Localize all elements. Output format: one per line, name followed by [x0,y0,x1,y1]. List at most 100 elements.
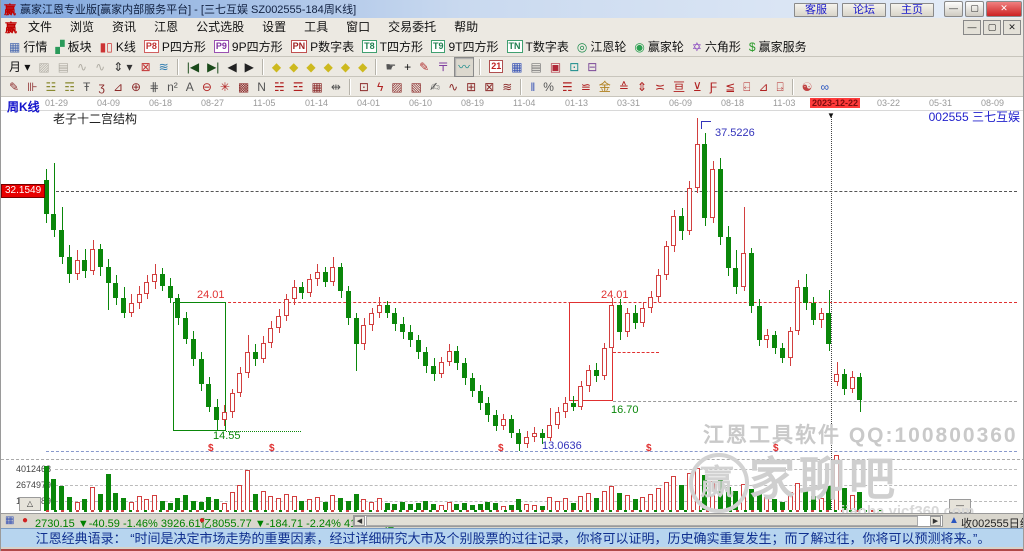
percent-icon[interactable]: % [540,78,557,96]
last-bar-icon[interactable]: ▶| [204,58,222,76]
candlestick-chart[interactable]: 32.1549 24.01 14.55 24.01 16.70 37.5226 13.063… [1,110,1023,459]
letter-a-icon[interactable]: A [183,78,197,96]
hexagon-icon[interactable]: ✡ 六角形 [689,38,744,56]
opposition-icon[interactable]: ≍ [652,78,668,96]
trigram-heaven-icon[interactable]: ☳ [43,78,60,96]
shift-icon[interactable]: ⍈ [773,78,786,96]
curve-b-icon[interactable]: ∿ [92,58,108,76]
circle-cross-icon[interactable]: ⊕ [128,78,144,96]
diamond-nav-left-icon[interactable]: ◆ [269,58,284,76]
shade-right-icon[interactable]: ▧ [408,78,425,96]
estimate-icon[interactable]: ≙ [616,78,632,96]
cross-box-icon[interactable]: ⊠ [481,78,497,96]
updown-line-icon[interactable]: ⇕ [634,78,650,96]
support-button[interactable]: 客服 [794,2,838,17]
n-mark-icon[interactable]: Ν [254,78,269,96]
mdi-restore-button[interactable]: ▢ [983,20,1001,35]
angle-tool-icon[interactable]: ⊿ [110,78,126,96]
volume-collapse-button[interactable]: △ [19,497,41,511]
menu-item-公式选股[interactable]: 公式选股 [187,19,253,36]
chart-grid-icon[interactable]: ▨ [35,58,52,76]
infinity-icon[interactable]: ∞ [817,78,832,96]
sz-index-icon[interactable]: ● [199,515,205,526]
tbar-icon[interactable]: Ŧ [80,78,93,96]
tab-arrows-icon[interactable]: ⇹ [328,78,344,96]
span-icon[interactable]: 亘 [670,78,688,96]
mdi-minimize-button[interactable]: — [963,20,981,35]
calculator-icon[interactable]: ▦ [508,58,525,76]
keyboard-grid-icon[interactable]: ▦ [5,515,14,526]
scroll-left-arrow[interactable]: ◀ [354,516,365,526]
calendar-21-icon[interactable]: 21 [486,58,506,76]
approx-icon[interactable]: ≌ [578,78,594,96]
diamond-nav-down-icon[interactable]: ◆ [355,58,370,76]
multi-line-icon[interactable]: ≋ [156,58,172,76]
trigram-earth-icon[interactable]: ☶ [61,78,78,96]
star-burst-icon[interactable]: ✳ [217,78,233,96]
diamond-nav-up-icon[interactable]: ◆ [338,58,353,76]
fire-trigram-icon[interactable]: ☲ [290,78,307,96]
prev-bar-icon[interactable]: ◀ [224,58,239,76]
first-bar-icon[interactable]: |◀ [184,58,202,76]
menu-item-窗口[interactable]: 窗口 [337,19,379,36]
draw-whip-icon[interactable]: ✎ [416,58,432,76]
plus-box-icon[interactable]: ⊞ [463,78,479,96]
wave-icon[interactable]: ∿ [445,78,461,96]
sync-icon[interactable]: ⊟ [584,58,600,76]
target-icon[interactable]: ⊖ [199,78,215,96]
menu-item-帮助[interactable]: 帮助 [445,19,487,36]
scrollbar-thumb[interactable] [366,516,918,526]
scroll-right-arrow[interactable]: ▶ [930,516,941,526]
yinyang-icon[interactable]: ☯ [799,78,816,96]
window-grid-icon[interactable]: ▦ [308,78,325,96]
pillars-icon[interactable]: ‖ [527,78,538,96]
menu-item-江恩[interactable]: 江恩 [145,19,187,36]
gann-grid-icon[interactable]: ⊪ [24,78,40,96]
curve-a-icon[interactable]: ∿ [74,58,90,76]
t-table-icon[interactable]: TN T数字表 [504,38,572,56]
info-panel-icon[interactable]: ▤ [55,58,72,76]
box-tool-icon[interactable]: ⊡ [356,78,372,96]
n-square-icon[interactable]: n² [164,78,181,96]
diamond-nav-right-icon[interactable]: ◆ [286,58,301,76]
mdi-close-button[interactable]: ✕ [1003,20,1021,35]
menu-item-工具[interactable]: 工具 [295,19,337,36]
forum-button[interactable]: 论坛 [842,2,886,17]
t-square-icon[interactable]: T8 T四方形 [359,38,426,56]
emperor-tool-icon[interactable]: 〒 [434,58,452,76]
export-icon[interactable]: ⊡ [566,58,582,76]
f-hook-icon[interactable]: Ƒ [707,78,720,96]
diamond-nav-in-icon[interactable]: ◆ [303,58,318,76]
hand-tool-icon[interactable]: ☛ [382,58,399,76]
period-month-dropdown[interactable]: 月 ▾ [6,58,33,76]
pencil-icon[interactable]: ✎ [6,78,22,96]
next-bar-icon[interactable]: ▶ [242,58,257,76]
9p-square-icon[interactable]: P9 9P四方形 [211,38,286,56]
less-equal-icon[interactable]: ≦ [722,78,738,96]
menu-item-交易委托[interactable]: 交易委托 [379,19,445,36]
menu-item-文件[interactable]: 文件 [19,19,61,36]
lightning-icon[interactable]: ϟ [374,78,386,96]
hash-ruler-icon[interactable]: ⋕ [146,78,162,96]
restore-button[interactable]: ▢ [965,1,984,17]
menu-item-浏览[interactable]: 浏览 [61,19,103,36]
diamond-nav-out-icon[interactable]: ◆ [321,58,336,76]
crosshair-tool-icon[interactable]: + [401,58,414,76]
gold-icon[interactable]: 金 [596,78,614,96]
jump-icon[interactable]: ⍇ [740,78,753,96]
shade-left-icon[interactable]: ▨ [388,78,405,96]
water-trigram-icon[interactable]: ☵ [271,78,288,96]
save-icon[interactable]: ▣ [547,58,564,76]
notepad-icon[interactable]: ▤ [528,58,545,76]
spiral-icon[interactable]: ʒ [95,78,108,96]
wind-trigram-icon[interactable]: ☴ [559,78,576,96]
9t-square-icon[interactable]: T9 9T四方形 [428,38,502,56]
hand-write-icon[interactable]: ✍ [427,78,443,96]
close-button[interactable]: ✕ [986,1,1022,17]
minimize-button[interactable]: — [944,1,963,17]
dense-grid-icon[interactable]: ▩ [235,78,252,96]
quotes-icon[interactable]: ▦ 行情 [6,38,50,56]
updown-dropdown[interactable]: ⇕ ▾ [110,58,135,76]
xor-icon[interactable]: ⊻ [690,78,705,96]
gann-wheel-icon[interactable]: ◎ 江恩轮 [574,38,630,56]
